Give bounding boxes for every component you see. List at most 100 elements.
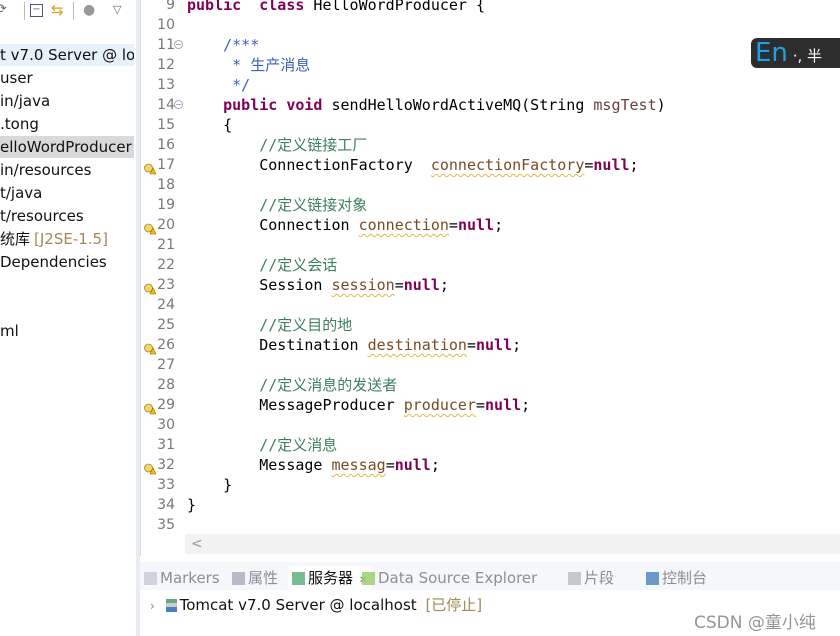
code-line[interactable]: Connection connection=null; bbox=[187, 215, 503, 235]
code-line[interactable]: * 生产消息 bbox=[187, 55, 310, 75]
markers-icon bbox=[144, 572, 157, 585]
field-name: messag bbox=[331, 456, 386, 474]
tree-item[interactable] bbox=[0, 297, 134, 319]
warning-icon[interactable] bbox=[144, 220, 157, 235]
code-text: = bbox=[385, 456, 395, 474]
code-line[interactable]: //定义目的地 bbox=[187, 315, 352, 335]
tab-servers[interactable]: 服务器✕ bbox=[288, 566, 372, 590]
warning-icon[interactable] bbox=[144, 340, 157, 355]
code-text: = bbox=[476, 396, 486, 414]
ime-width: 半 bbox=[807, 47, 823, 65]
line-number: 12 bbox=[157, 57, 175, 73]
keyword: void bbox=[286, 96, 323, 114]
warning-icon[interactable] bbox=[144, 400, 157, 415]
link-editor-icon[interactable]: ⇆ bbox=[51, 2, 64, 18]
tree-item[interactable]: t/java bbox=[0, 182, 134, 204]
code-line[interactable]: //定义会话 bbox=[187, 255, 337, 275]
tree-item-label: t/java bbox=[0, 184, 43, 202]
tab-label: Data Source Explorer bbox=[378, 569, 538, 587]
code-line[interactable]: /*** bbox=[187, 35, 259, 55]
code-line[interactable]: Session session=null; bbox=[187, 275, 449, 295]
tab-data-source[interactable]: Data Source Explorer bbox=[362, 566, 537, 590]
bottom-tabs: Markers 属性服务器✕ Data Source Explorer 片段 控制台 bbox=[140, 566, 840, 590]
collapse-all-icon[interactable]: − bbox=[30, 4, 43, 17]
code-line[interactable]: Message messag=null; bbox=[187, 455, 440, 475]
comment: //定义会话 bbox=[259, 256, 338, 274]
console-icon bbox=[646, 572, 659, 585]
code-text: Connection bbox=[187, 216, 359, 234]
scroll-left-arrow[interactable]: < bbox=[191, 536, 203, 552]
tab-properties[interactable]: 属性 bbox=[232, 566, 278, 590]
code-line[interactable]: } bbox=[187, 495, 196, 515]
tree-item-label: ml bbox=[0, 322, 19, 340]
ime-indicator[interactable]: En ·, 半 bbox=[751, 38, 840, 68]
field-name: connection bbox=[358, 216, 449, 234]
warning-icon[interactable] bbox=[144, 280, 157, 295]
tree-item[interactable]: 统库 [J2SE-1.5] bbox=[0, 228, 134, 250]
fold-toggle-icon[interactable]: − bbox=[174, 40, 183, 49]
tree-item[interactable]: t/resources bbox=[0, 205, 134, 227]
field-name: session bbox=[331, 276, 395, 294]
code-line[interactable]: MessageProducer producer=null; bbox=[187, 395, 530, 415]
tree-item[interactable]: Dependencies bbox=[0, 251, 134, 273]
line-number: 35 bbox=[157, 517, 175, 533]
tab-label: 控制台 bbox=[662, 569, 708, 587]
line-number: 21 bbox=[157, 237, 175, 253]
server-item[interactable]: › Tomcat v7.0 Server @ localhost [已停止] bbox=[150, 594, 482, 617]
keyword: public bbox=[223, 96, 278, 114]
tree-item-label: .tong bbox=[0, 115, 39, 133]
tree-item[interactable]: in/resources bbox=[0, 159, 134, 181]
warning-icon[interactable] bbox=[144, 160, 157, 175]
tree-item[interactable] bbox=[0, 274, 134, 296]
code-line[interactable]: //定义链接对象 bbox=[187, 195, 367, 215]
code-text: ; bbox=[439, 276, 449, 294]
code-line[interactable]: ConnectionFactory connectionFactory=null… bbox=[187, 155, 638, 175]
javadoc: */ bbox=[232, 76, 251, 94]
tree-item[interactable]: in/java bbox=[0, 90, 134, 112]
tree-item[interactable]: .tong bbox=[0, 113, 134, 135]
keyword: null bbox=[394, 456, 431, 474]
code-line[interactable]: { bbox=[187, 115, 232, 135]
code-text: ; bbox=[512, 336, 522, 354]
line-number: 18 bbox=[157, 177, 175, 193]
code-line[interactable]: //定义链接工厂 bbox=[187, 135, 367, 155]
tab-snippets[interactable]: 片段 bbox=[568, 566, 614, 590]
code-line[interactable]: //定义消息 bbox=[187, 435, 337, 455]
comment: //定义链接对象 bbox=[259, 196, 368, 214]
tab-console[interactable]: 控制台 bbox=[646, 566, 707, 590]
view-menu-icon[interactable]: ▽ bbox=[113, 2, 121, 18]
tree-item[interactable]: user bbox=[0, 67, 134, 89]
fold-toggle-icon[interactable]: − bbox=[174, 100, 183, 109]
tree-item-label: in/java bbox=[0, 92, 51, 110]
line-number: 34 bbox=[157, 497, 175, 513]
code-text: } bbox=[187, 476, 233, 494]
code-line[interactable]: public void sendHelloWordActiveMQ(String… bbox=[187, 95, 666, 115]
tree-item[interactable]: t v7.0 Server @ loc bbox=[0, 44, 134, 66]
code-editor[interactable]: 9 public class HelloWordProducer {10 11− /… bbox=[140, 0, 840, 556]
warning-icon[interactable] bbox=[144, 460, 157, 475]
field-name: producer bbox=[403, 396, 476, 414]
keyword: null bbox=[457, 216, 495, 234]
filter-icon[interactable]: ● bbox=[83, 2, 95, 18]
expand-chevron-icon[interactable]: › bbox=[150, 599, 155, 613]
line-number: 25 bbox=[157, 317, 175, 333]
code-line[interactable]: public class HelloWordProducer { bbox=[187, 0, 485, 15]
code-line[interactable]: } bbox=[187, 475, 232, 495]
server-status: [已停止] bbox=[425, 596, 483, 614]
horizontal-scrollbar[interactable]: < bbox=[185, 534, 840, 554]
field-name: destination bbox=[367, 336, 467, 354]
tree-item[interactable]: elloWordProducer bbox=[0, 136, 134, 158]
sync-icon[interactable]: ⟳ bbox=[0, 2, 7, 18]
code-line[interactable]: //定义消息的发送者 bbox=[187, 375, 397, 395]
ime-punct: ·, bbox=[792, 47, 803, 65]
line-number: 22 bbox=[157, 257, 175, 273]
code-line[interactable]: Destination destination=null; bbox=[187, 335, 521, 355]
tab-markers[interactable]: Markers bbox=[144, 566, 220, 590]
tree-item[interactable]: ml bbox=[0, 320, 134, 342]
code-line[interactable]: */ bbox=[187, 75, 250, 95]
